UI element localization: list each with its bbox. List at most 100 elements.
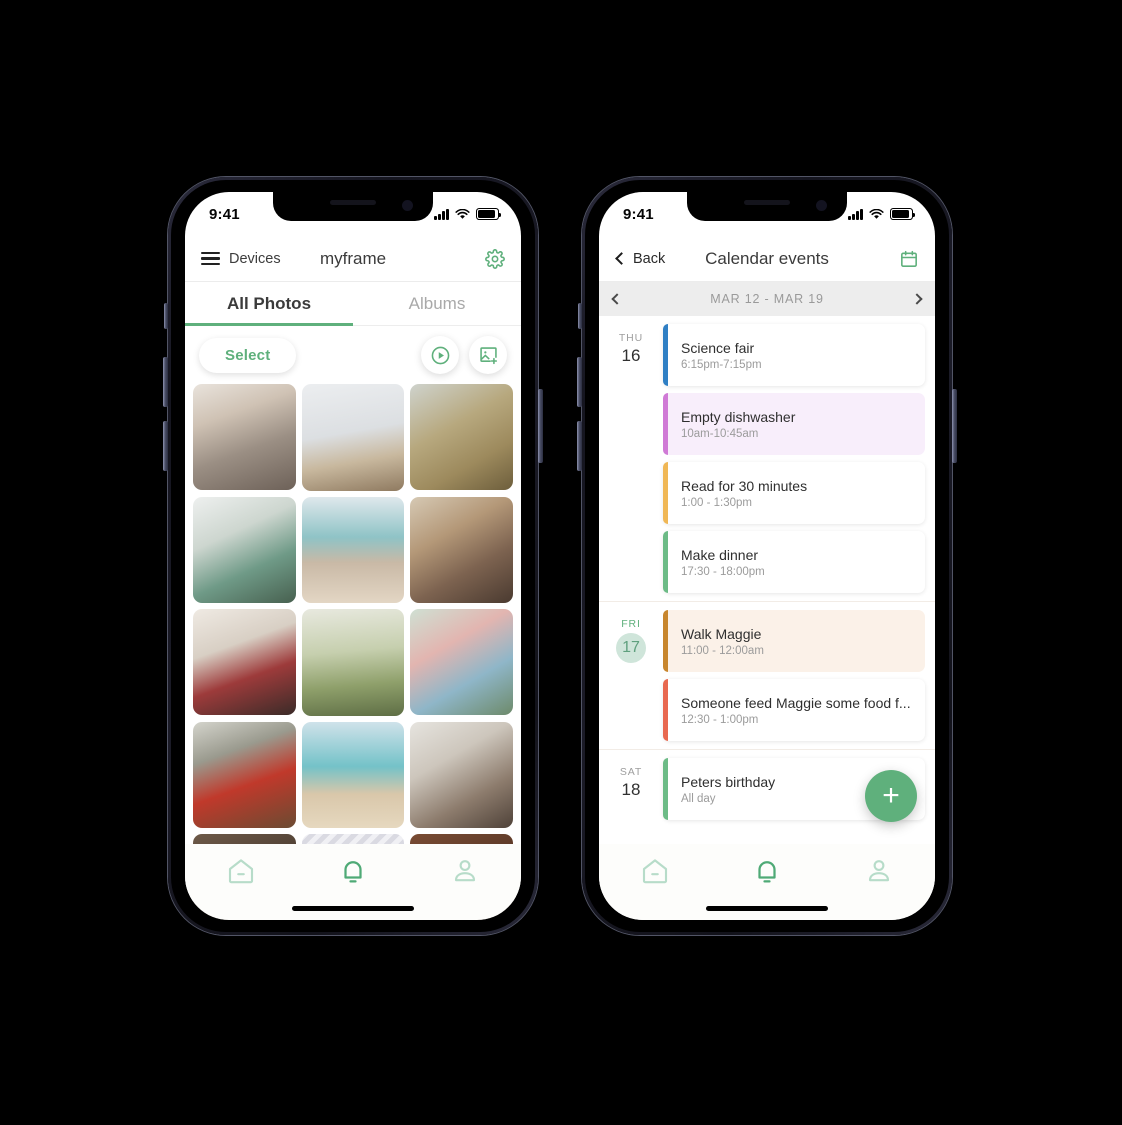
photo-cell[interactable] <box>410 384 513 491</box>
prev-week-button[interactable] <box>611 293 623 305</box>
photo-cell[interactable] <box>193 609 296 716</box>
nav-profile-button[interactable] <box>823 856 935 886</box>
nav-home-button[interactable] <box>599 856 711 886</box>
home-indicator[interactable] <box>706 906 828 911</box>
day-number-label: 18 <box>621 780 641 799</box>
person-icon[interactable] <box>864 856 894 886</box>
phone-bezel-right: 9:41 Back Calendar events MAR 12 - MAR 1… <box>585 180 949 932</box>
nav-notifications-button[interactable] <box>297 856 409 886</box>
select-button[interactable]: Select <box>199 337 297 373</box>
event-time: 12:30 - 1:00pm <box>681 713 759 726</box>
volume-up-button[interactable] <box>577 357 582 407</box>
event-card[interactable]: Walk Maggie 11:00 - 12:00am <box>663 610 925 672</box>
family-walking-in-snow-photo <box>301 384 405 491</box>
event-card[interactable]: Someone feed Maggie some food f... 12:30… <box>663 679 925 741</box>
bell-icon[interactable] <box>338 856 368 886</box>
phone-device-right: 9:41 Back Calendar events MAR 12 - MAR 1… <box>577 177 957 935</box>
front-camera-icon <box>816 200 827 211</box>
event-color-bar <box>663 324 668 386</box>
event-title: Walk Maggie <box>681 625 762 642</box>
next-week-button[interactable] <box>911 293 923 305</box>
volume-down-button[interactable] <box>577 421 582 471</box>
back-label: Back <box>633 250 666 267</box>
add-event-fab[interactable]: + <box>865 770 917 822</box>
event-color-bar <box>663 610 668 672</box>
mother-children-beach-photo <box>301 496 405 603</box>
day-number-badge: 17 <box>616 633 646 663</box>
event-list: Science fair 6:15pm-7:15pm Empty dishwas… <box>663 324 925 593</box>
wifi-icon <box>455 208 470 219</box>
grandparents-with-laptop-photo <box>193 384 296 491</box>
add-image-icon[interactable] <box>478 345 499 366</box>
nav-notifications-button[interactable] <box>711 856 823 886</box>
silent-switch-button[interactable] <box>578 303 582 329</box>
photo-cell[interactable] <box>410 496 513 603</box>
event-card[interactable]: Science fair 6:15pm-7:15pm <box>663 324 925 386</box>
home-indicator[interactable] <box>292 906 414 911</box>
earpiece-speaker-icon <box>330 200 376 205</box>
nav-home-button[interactable] <box>185 856 297 886</box>
event-time: 11:00 - 12:00am <box>681 644 764 657</box>
photo-cell[interactable] <box>410 721 513 828</box>
event-time: 6:15pm-7:15pm <box>681 358 762 371</box>
home-icon[interactable] <box>640 856 670 886</box>
add-photo-button[interactable] <box>469 336 507 374</box>
chevron-left-icon[interactable] <box>615 252 628 265</box>
photo-grid <box>185 382 521 920</box>
event-title: Science fair <box>681 339 755 356</box>
play-slideshow-button[interactable] <box>421 336 459 374</box>
screen-calendar: 9:41 Back Calendar events MAR 12 - MAR 1… <box>599 192 935 920</box>
status-time: 9:41 <box>209 205 240 223</box>
event-card[interactable]: Empty dishwasher 10am-10:45am <box>663 393 925 455</box>
person-icon[interactable] <box>450 856 480 886</box>
bell-icon[interactable] <box>752 856 782 886</box>
play-circle-icon[interactable] <box>430 345 451 366</box>
photo-cell[interactable] <box>301 496 405 603</box>
photo-cell[interactable] <box>301 721 405 828</box>
home-icon[interactable] <box>226 856 256 886</box>
photo-cell[interactable] <box>193 384 296 491</box>
settings-button[interactable] <box>485 248 505 269</box>
day-of-week-label: THU <box>618 332 644 344</box>
calendar-button[interactable] <box>899 249 919 269</box>
phone-device-left: 9:41 Devices myframe All Photos Albums S… <box>163 177 543 935</box>
volume-up-button[interactable] <box>163 357 168 407</box>
day-column: THU 16 <box>599 324 663 593</box>
devices-label: Devices <box>229 250 281 267</box>
action-row: Select <box>185 326 521 382</box>
silent-switch-button[interactable] <box>164 303 168 329</box>
family-unpacking-boxes-photo <box>193 496 296 603</box>
day-column: SAT 18 <box>599 758 663 820</box>
action-icons <box>421 336 507 374</box>
photo-cell[interactable] <box>301 609 405 716</box>
front-camera-icon <box>402 200 413 211</box>
couple-baby-beach-photo <box>301 721 405 828</box>
event-card[interactable]: Read for 30 minutes 1:00 - 1:30pm <box>663 462 925 524</box>
gear-icon[interactable] <box>485 248 505 269</box>
back-button[interactable]: Back <box>615 251 665 267</box>
tab-all-photos[interactable]: All Photos <box>185 282 353 326</box>
events-scroll-area[interactable]: THU 16 Science fair 6:15pm-7:15pm Empty … <box>599 316 935 844</box>
event-card[interactable]: Make dinner 17:30 - 18:00pm <box>663 531 925 593</box>
photo-cell[interactable] <box>193 721 296 828</box>
screen-photos: 9:41 Devices myframe All Photos Albums S… <box>185 192 521 920</box>
nav-profile-button[interactable] <box>409 856 521 886</box>
tab-albums[interactable]: Albums <box>353 282 521 326</box>
event-color-bar <box>663 679 668 741</box>
day-of-week-label: SAT <box>619 766 643 778</box>
calendar-icon[interactable] <box>899 249 919 269</box>
power-button[interactable] <box>952 389 957 463</box>
hamburger-menu-icon[interactable] <box>201 252 220 265</box>
event-title: Make dinner <box>681 546 759 563</box>
power-button[interactable] <box>538 389 543 463</box>
day-group-fri-17: FRI 17 Walk Maggie 11:00 - 12:00am Someo… <box>599 601 935 749</box>
photo-cell[interactable] <box>410 609 513 716</box>
tab-all-photos-label: All Photos <box>226 294 312 313</box>
devices-button[interactable]: Devices <box>201 251 281 267</box>
day-number-label: 16 <box>621 346 641 365</box>
volume-down-button[interactable] <box>163 421 168 471</box>
photo-cell[interactable] <box>301 384 405 491</box>
photo-cell[interactable] <box>193 496 296 603</box>
week-navigator: MAR 12 - MAR 19 <box>599 282 935 316</box>
day-of-week-label: FRI <box>621 618 641 630</box>
